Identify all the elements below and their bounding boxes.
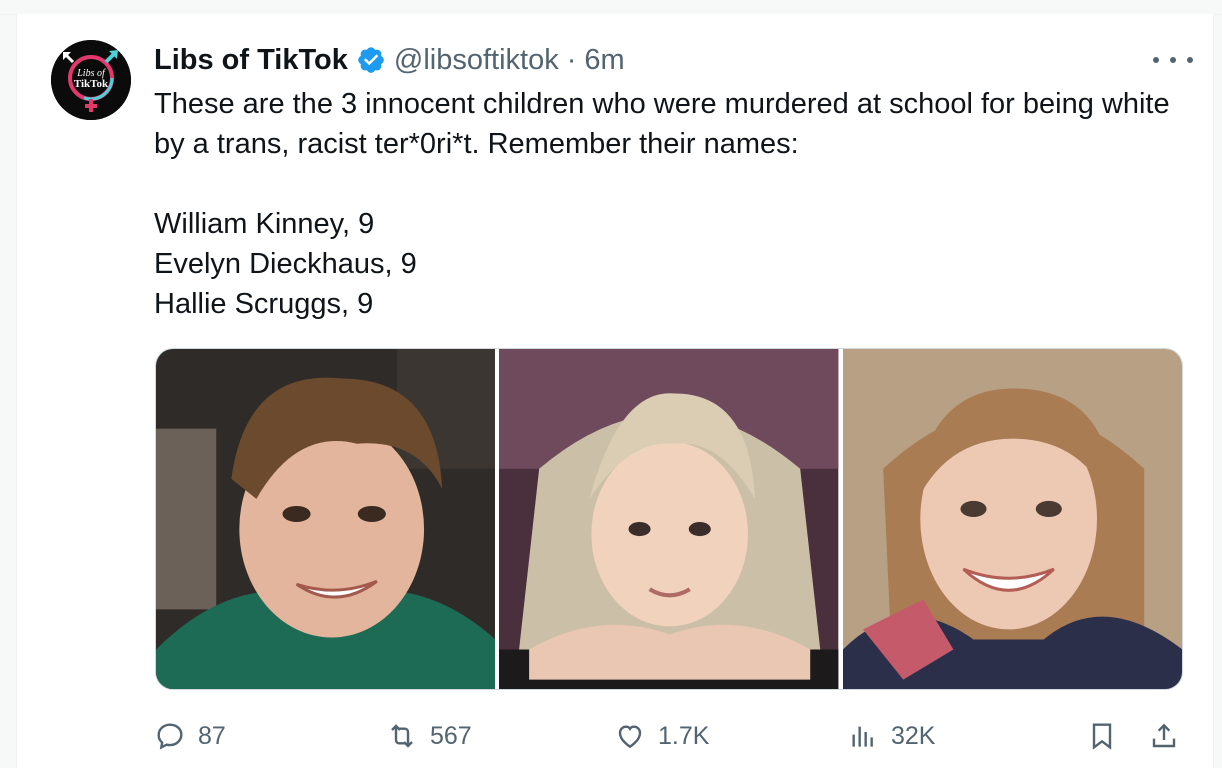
separator-dot: · bbox=[566, 43, 577, 76]
reply-button[interactable]: 87 bbox=[154, 714, 226, 758]
girl-blonde-photo-image bbox=[499, 349, 839, 689]
action-bar: 87 567 1.7K 32K bbox=[154, 714, 1194, 758]
display-name[interactable]: Libs of TikTok bbox=[154, 44, 348, 77]
timestamp[interactable]: 6m bbox=[584, 44, 624, 77]
girl-brunette-photo-image bbox=[842, 349, 1182, 689]
avatar[interactable]: Libs of TikTok bbox=[51, 40, 131, 120]
repost-count: 567 bbox=[430, 721, 472, 750]
photo-boy[interactable] bbox=[156, 349, 496, 689]
reply-count: 87 bbox=[198, 721, 226, 750]
more-options-icon[interactable] bbox=[1153, 50, 1193, 70]
tweet-header: Libs of TikTok @libsoftiktok · 6m bbox=[154, 40, 625, 80]
user-handle[interactable]: @libsoftiktok bbox=[394, 44, 559, 77]
views-chart-icon bbox=[852, 726, 873, 747]
tweet-text: These are the 3 innocent children who we… bbox=[154, 88, 1170, 320]
photo-girl-brunette[interactable] bbox=[842, 349, 1182, 689]
libs-of-tiktok-logo: Libs of TikTok bbox=[51, 40, 131, 120]
share-icon bbox=[1152, 723, 1176, 748]
views-button[interactable]: 32K bbox=[847, 714, 935, 758]
svg-text:TikTok: TikTok bbox=[74, 78, 109, 90]
like-count: 1.7K bbox=[658, 721, 710, 750]
bookmark-icon bbox=[1092, 723, 1112, 750]
media-grid[interactable] bbox=[155, 348, 1183, 690]
share-button[interactable] bbox=[1148, 714, 1180, 758]
bookmark-button[interactable] bbox=[1086, 714, 1118, 758]
heart-icon bbox=[618, 725, 642, 749]
verified-badge-icon[interactable] bbox=[356, 45, 386, 75]
repost-button[interactable]: 567 bbox=[386, 714, 472, 758]
like-button[interactable]: 1.7K bbox=[614, 714, 709, 758]
views-count: 32K bbox=[891, 721, 936, 750]
reply-icon bbox=[157, 723, 183, 750]
top-strip bbox=[0, 0, 1222, 15]
tweet-card[interactable]: Libs of TikTok Libs of TikTok @libsoftik… bbox=[16, 14, 1214, 768]
photo-girl-blonde[interactable] bbox=[499, 349, 839, 689]
repost-icon bbox=[391, 724, 413, 748]
boy-photo-image bbox=[156, 349, 496, 689]
